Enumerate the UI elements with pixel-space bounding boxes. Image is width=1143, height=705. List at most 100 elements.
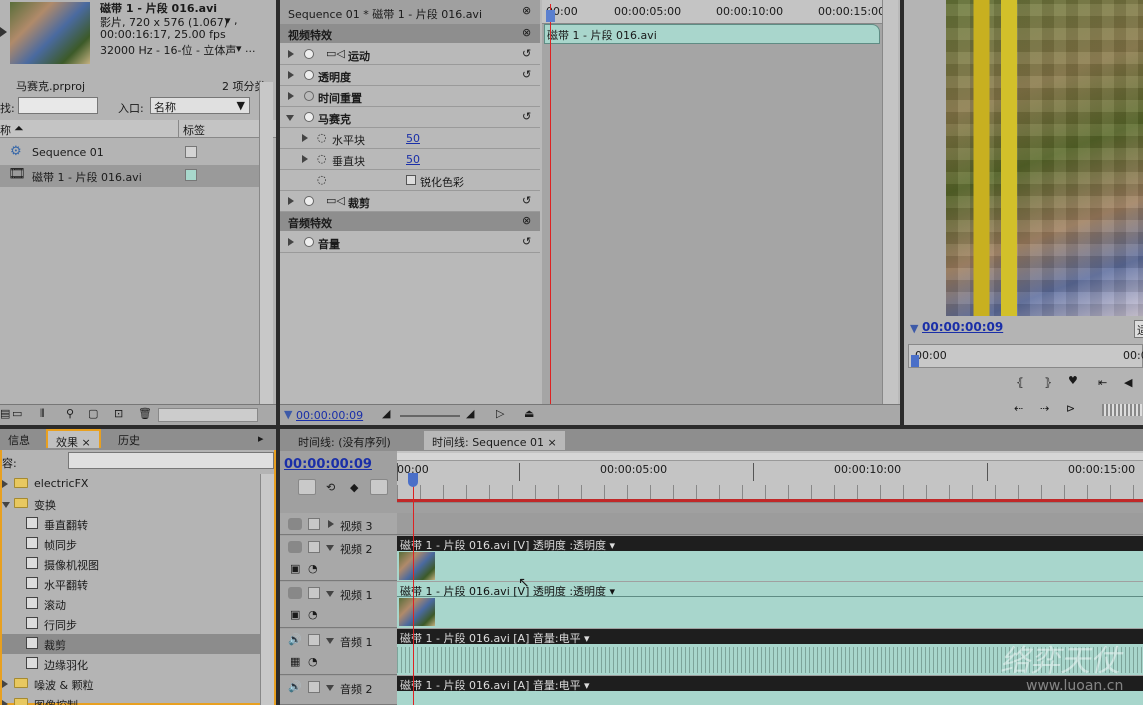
- tab-timeline-seq01[interactable]: 时间线: Sequence 01 ×: [424, 431, 565, 450]
- list-item[interactable]: 水平翻转: [2, 574, 260, 594]
- fit-button[interactable]: 适: [1134, 320, 1143, 338]
- effect-timecode[interactable]: 00:00:00:09: [296, 409, 363, 422]
- fx-toggle-icon[interactable]: [304, 70, 314, 80]
- h-blocks-value[interactable]: 50: [406, 132, 420, 145]
- col-label[interactable]: 标签: [183, 122, 205, 138]
- effect-row-opacity[interactable]: 透明度 ↺: [280, 65, 540, 86]
- effect-timeline-ruler[interactable]: 00:00 00:00:05:00 00:00:10:00 00:00:15:0…: [542, 0, 885, 24]
- go-next-edit-icon[interactable]: ⇢: [1040, 402, 1049, 415]
- export-icon[interactable]: ⏏: [524, 407, 534, 420]
- list-item[interactable]: 噪波 & 颗粒: [2, 674, 260, 694]
- new-bin-icon[interactable]: ▢: [88, 407, 98, 420]
- track-lane-video1[interactable]: 磁带 1 - 片段 016.avi [V] 透明度 :透明度 ▾: [397, 582, 1143, 628]
- lock-icon[interactable]: [308, 541, 320, 553]
- keyframe-icon[interactable]: ◔: [308, 655, 318, 668]
- list-view-icon[interactable]: ▤: [0, 407, 10, 420]
- rewind-icon[interactable]: ◀: [1124, 376, 1132, 389]
- col-name[interactable]: 称: [0, 122, 11, 138]
- play-audio-icon[interactable]: ▷: [496, 407, 504, 420]
- icon-view-icon[interactable]: ▭: [12, 407, 22, 420]
- lock-icon[interactable]: [308, 587, 320, 599]
- timeline-ruler[interactable]: 00:00 00:00:05:00 00:00:10:00 00:00:15:0…: [397, 451, 1143, 503]
- list-item[interactable]: 摄像机视图: [2, 554, 260, 574]
- monitor-ruler[interactable]: 00:00 00:0: [908, 344, 1143, 368]
- vertical-scrollbar[interactable]: [882, 0, 898, 404]
- effect-row-volume[interactable]: 音量 ↺: [280, 232, 540, 253]
- marker-icon[interactable]: ♥: [1068, 374, 1078, 387]
- step-back-icon[interactable]: ⦃: [1016, 376, 1024, 389]
- reset-icon[interactable]: ↺: [522, 47, 531, 60]
- clip-video2-header[interactable]: 磁带 1 - 片段 016.avi [V] 透明度 :透明度 ▾: [397, 536, 1143, 552]
- timeline-playhead-marker[interactable]: [408, 473, 418, 487]
- track-header-audio2[interactable]: 🔊 音频 2: [280, 676, 397, 705]
- collapse-icon[interactable]: ⊗: [522, 214, 531, 227]
- track-options-icon[interactable]: [370, 479, 388, 495]
- lock-icon[interactable]: [308, 681, 320, 693]
- close-icon[interactable]: ×: [82, 436, 91, 449]
- collapse-icon[interactable]: [326, 591, 334, 597]
- zoom-scroll-bar[interactable]: [397, 485, 1143, 499]
- entry-select[interactable]: 名称 ▼: [150, 97, 250, 114]
- go-in-icon[interactable]: ⇤: [1098, 376, 1107, 389]
- expand-icon[interactable]: [302, 155, 308, 163]
- collapse-icon[interactable]: [326, 638, 334, 644]
- list-item[interactable]: 行同步: [2, 614, 260, 634]
- timeline-timecode[interactable]: 00:00:00:09: [284, 457, 372, 472]
- track-header-video2[interactable]: 视频 2 ▣ ◔: [280, 536, 397, 581]
- keyframe-icon[interactable]: ◔: [308, 608, 318, 621]
- list-item[interactable]: 边缘羽化: [2, 654, 260, 674]
- go-prev-edit-icon[interactable]: ⇠: [1014, 402, 1023, 415]
- list-item[interactable]: 垂直翻转: [2, 514, 260, 534]
- expand-icon[interactable]: [288, 50, 294, 58]
- display-style-icon[interactable]: ▣: [290, 562, 300, 575]
- play-in-out-icon[interactable]: ⊳: [1066, 402, 1075, 415]
- panel-menu-icon[interactable]: ▸: [258, 432, 264, 445]
- stopwatch-icon[interactable]: ◌: [317, 173, 327, 186]
- expand-icon[interactable]: [2, 680, 8, 688]
- reset-icon[interactable]: ↺: [522, 68, 531, 81]
- list-item[interactable]: 图像控制: [2, 694, 260, 705]
- expand-icon[interactable]: [328, 520, 334, 528]
- speaker-icon[interactable]: 🔊: [288, 680, 302, 693]
- find-input[interactable]: [18, 97, 98, 114]
- v-blocks-value[interactable]: 50: [406, 153, 420, 166]
- expand-icon[interactable]: [288, 197, 294, 205]
- track-header-video1[interactable]: 视频 1 ▣ ◔: [280, 582, 397, 628]
- track-lane-video3[interactable]: [397, 513, 1143, 535]
- find-icon[interactable]: ⚲: [66, 407, 74, 420]
- zoom-in-icon[interactable]: ◢: [466, 407, 474, 420]
- zoom-out-icon[interactable]: ◢: [382, 407, 390, 420]
- fx-toggle-icon[interactable]: [304, 196, 314, 206]
- effect-row-time-remap[interactable]: 时间重置: [280, 86, 540, 107]
- collapse-icon[interactable]: [326, 545, 334, 551]
- effects-search-input[interactable]: [68, 452, 274, 469]
- speaker-icon[interactable]: 🔊: [288, 633, 302, 646]
- stopwatch-icon[interactable]: ◌: [317, 152, 327, 165]
- list-item[interactable]: electricFX: [2, 474, 260, 494]
- param-row-sharpen[interactable]: ◌ 锐化色彩: [280, 170, 540, 191]
- track-header-audio1[interactable]: 🔊 音频 1 ▦ ◔: [280, 629, 397, 675]
- lock-icon[interactable]: [308, 634, 320, 646]
- tab-history[interactable]: 历史: [110, 429, 148, 448]
- collapse-icon[interactable]: [326, 685, 334, 691]
- expand-icon[interactable]: [288, 71, 294, 79]
- vertical-scrollbar[interactable]: [259, 82, 273, 404]
- list-item[interactable]: ⚙ Sequence 01: [0, 142, 260, 164]
- tab-info[interactable]: 信息: [0, 429, 38, 448]
- keyframe-icon[interactable]: ◆: [350, 481, 358, 494]
- track-lane-video2[interactable]: 磁带 1 - 片段 016.avi [V] 透明度 :透明度 ▾: [397, 536, 1143, 581]
- expand-icon[interactable]: [288, 92, 294, 100]
- track-header-video3[interactable]: 视频 3: [280, 513, 397, 535]
- expand-icon[interactable]: [288, 238, 294, 246]
- collapse-icon[interactable]: [286, 115, 294, 121]
- tab-timeline-empty[interactable]: 时间线: (没有序列): [290, 431, 399, 450]
- list-item[interactable]: 变换: [2, 494, 260, 514]
- eye-icon[interactable]: [288, 518, 302, 530]
- close-icon[interactable]: ×: [547, 436, 556, 449]
- timeline-playhead-line[interactable]: [413, 477, 414, 705]
- fx-toggle-icon[interactable]: [304, 112, 314, 122]
- clip-info-more[interactable]: ▾ ,: [225, 14, 238, 27]
- list-item[interactable]: 滚动: [2, 594, 260, 614]
- horizontal-scrollbar[interactable]: [158, 408, 258, 422]
- sharpen-checkbox[interactable]: [406, 175, 416, 185]
